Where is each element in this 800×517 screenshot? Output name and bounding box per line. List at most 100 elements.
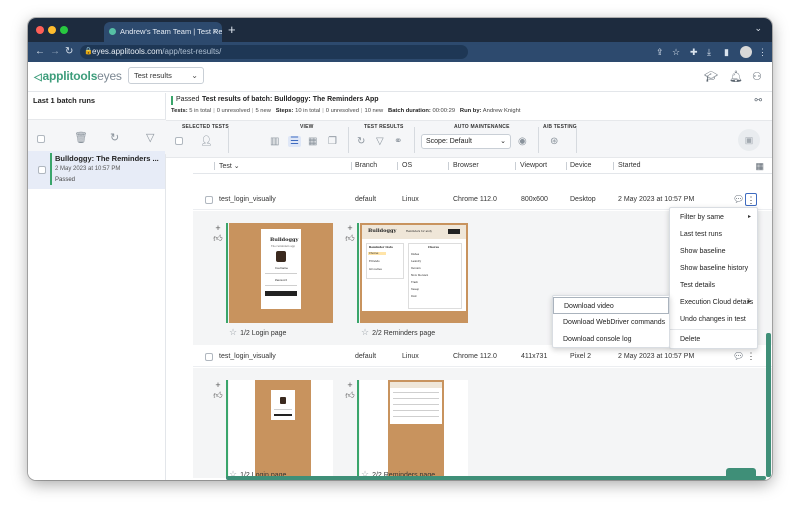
back-arrow-icon[interactable]: ← <box>35 45 45 59</box>
address-bar[interactable]: 🔒 eyes.applitools.com/app/test-results/ <box>80 45 468 59</box>
bookmark-star-icon[interactable]: ☆ <box>672 46 680 58</box>
thumbs-up-icon[interactable]: 👍︎ <box>343 390 357 401</box>
menu-item-download-video[interactable]: Download video <box>553 297 669 314</box>
minimize-window-button[interactable] <box>48 26 56 34</box>
step-thumbnail[interactable] <box>226 380 334 478</box>
thumbs-up-icon[interactable]: 👍︎ <box>211 233 225 244</box>
column-separator <box>397 162 398 170</box>
menu-item-download-console-log[interactable]: Download console log <box>553 331 669 348</box>
user-account-icon[interactable]: ⚇ <box>752 70 762 83</box>
star-icon[interactable]: ☆ <box>229 327 237 337</box>
tab-close-icon[interactable]: × <box>212 22 217 42</box>
row-checkbox[interactable] <box>205 196 213 204</box>
table-row[interactable]: test_login_visually default Linux Chrome… <box>193 347 772 367</box>
scope-select[interactable]: Scope: Default ⌄ <box>421 134 511 149</box>
close-window-button[interactable] <box>36 26 44 34</box>
select-all-tests-checkbox[interactable] <box>175 137 183 145</box>
zoom-window-button[interactable] <box>60 26 68 34</box>
column-branch[interactable]: Branch <box>355 162 377 169</box>
refresh-icon[interactable]: ↻ <box>110 131 119 144</box>
bar-chart-view-icon[interactable]: ▥ <box>270 136 279 147</box>
thumbs-up-icon[interactable]: 👍︎ <box>343 233 357 244</box>
comment-icon[interactable]: 💬︎ <box>733 194 744 205</box>
list-view-icon[interactable]: ☰ <box>288 136 301 147</box>
vertical-scrollbar[interactable] <box>766 333 771 477</box>
select-all-batches-checkbox[interactable] <box>37 135 45 143</box>
horizontal-scrollbar[interactable] <box>226 476 766 480</box>
column-test[interactable]: Test ⌄ <box>219 162 240 170</box>
add-region-icon[interactable]: + <box>211 380 225 390</box>
browser-menu-icon[interactable]: ⋮ <box>758 46 767 58</box>
refresh-results-icon[interactable]: ↻ <box>357 136 365 147</box>
trash-icon[interactable]: 🗑︎ <box>74 131 88 144</box>
notifications-bell-icon[interactable]: 🔔︎ <box>729 70 743 83</box>
column-settings-icon[interactable]: ▦ <box>755 161 764 172</box>
column-device[interactable]: Device <box>570 162 591 169</box>
tab-strip: Andrew's Team Team | Test Re... × + ⌄ <box>28 18 772 42</box>
column-viewport[interactable]: Viewport <box>520 162 547 169</box>
hierarchy-icon[interactable]: ⚭ <box>394 136 402 147</box>
profile-avatar[interactable] <box>740 46 752 58</box>
menu-item-last-test-runs[interactable]: Last test runs <box>670 226 757 243</box>
batch-list-item[interactable]: Bulldoggy: The Reminders ... 2 May 2023 … <box>28 151 165 189</box>
ab-testing-group-label: A/B TESTING <box>543 124 577 130</box>
download-icon[interactable]: ⤓ <box>707 46 711 58</box>
support-chat-button[interactable] <box>726 468 756 480</box>
menu-item-test-details[interactable]: Test details <box>670 277 757 294</box>
column-os[interactable]: OS <box>402 162 412 169</box>
comment-icon[interactable]: 💬︎ <box>733 351 744 362</box>
thumb-chore-item: Vacuum <box>411 267 421 270</box>
save-icon[interactable]: ▣ <box>738 129 760 151</box>
share-page-icon[interactable]: ⇪ <box>656 46 664 58</box>
menu-item-delete[interactable]: Delete <box>670 331 757 348</box>
run-by-value: Andrew Knight <box>482 108 521 114</box>
ab-testing-icon[interactable]: ⊛ <box>550 136 558 147</box>
grid-view-icon[interactable]: ▦ <box>308 136 317 147</box>
forward-arrow-icon[interactable]: → <box>50 45 60 59</box>
app-page-select[interactable]: Test results ⌄ <box>128 67 204 84</box>
new-tab-button[interactable]: + <box>228 21 236 39</box>
step-thumbnail[interactable] <box>357 380 469 478</box>
thumbs-up-icon[interactable]: 👍︎ <box>211 390 225 401</box>
star-icon[interactable]: ☆ <box>361 327 369 337</box>
tab-search-chevron-icon[interactable]: ⌄ <box>754 23 762 34</box>
step-thumbnail[interactable]: Bulldoggy The reminders app Username Pas… <box>226 223 334 323</box>
graduation-cap-icon[interactable]: 🎓︎ <box>704 70 718 83</box>
applitools-logo[interactable]: ◁applitoolseyes <box>34 69 122 83</box>
column-browser[interactable]: Browser <box>453 162 479 169</box>
add-region-icon[interactable]: + <box>343 380 357 390</box>
tests-new: 5 new <box>255 108 271 114</box>
compare-view-icon[interactable]: ❐ <box>328 136 337 147</box>
passed-status-bar <box>171 96 173 105</box>
add-region-icon[interactable]: + <box>211 223 225 233</box>
filter-icon[interactable]: ▽ <box>146 131 154 144</box>
extensions-puzzle-icon[interactable]: ✚ <box>690 46 698 58</box>
menu-item-show-baseline[interactable]: Show baseline <box>670 243 757 260</box>
eye-icon[interactable]: ◉ <box>518 136 527 147</box>
add-region-icon[interactable]: + <box>343 223 357 233</box>
lock-icon: 🔒 <box>84 48 93 55</box>
reload-icon[interactable]: ↻ <box>65 45 73 59</box>
menu-item-show-baseline-history[interactable]: Show baseline history <box>670 260 757 277</box>
cell-test: test_login_visually <box>219 196 276 203</box>
menu-item-execution-cloud-details[interactable]: Execution Cloud details ▸ <box>670 294 757 311</box>
filter-results-icon[interactable]: ▽ <box>376 136 384 147</box>
row-more-options-button[interactable]: ⋮ <box>745 350 757 363</box>
batch-checkbox[interactable] <box>38 166 46 174</box>
cell-branch: default <box>355 196 377 203</box>
column-started[interactable]: Started <box>618 162 641 169</box>
browser-tab[interactable]: Andrew's Team Team | Test Re... × <box>104 22 222 42</box>
thumb-list-item: Chores <box>368 252 387 255</box>
sidebar-toggle-icon[interactable]: ▮ <box>724 46 729 58</box>
step-tools: + 👍︎ <box>343 380 357 401</box>
row-more-options-button[interactable]: ⋮ <box>745 193 757 206</box>
assign-user-icon[interactable]: 👤︎ <box>200 136 213 147</box>
menu-item-filter-by-same[interactable]: Filter by same ▸ <box>670 209 757 226</box>
row-checkbox[interactable] <box>205 353 213 361</box>
menu-item-download-webdriver-commands[interactable]: Download WebDriver commands <box>553 314 669 331</box>
menu-item-undo-changes[interactable]: Undo changes in test <box>670 311 757 328</box>
tests-total: 5 in total <box>189 108 212 114</box>
step-thumbnail[interactable]: Bulldoggy Reminders for andy Reminder Li… <box>357 223 469 323</box>
batch-list-title: Last 1 batch runs <box>33 96 96 105</box>
share-batch-icon[interactable]: ⚯ <box>754 95 762 106</box>
